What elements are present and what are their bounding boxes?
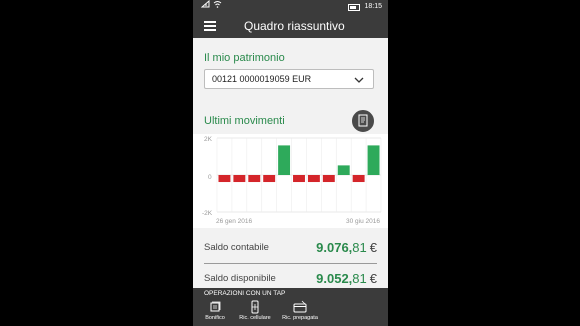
tap-bonifico-label: Bonifico (205, 315, 225, 321)
account-select-value: 00121 0000019059 EUR (212, 74, 312, 84)
svg-text:✕: ✕ (204, 3, 207, 8)
y-tick-top: 2K (204, 136, 212, 143)
divider (204, 263, 377, 264)
chart-bar (293, 175, 305, 183)
patrimonio-title: Il mio patrimonio (204, 52, 285, 64)
movements-chart: 2K 0 -2K 26 gen 2016 30 giu 2016 (193, 134, 388, 228)
transfer-icon (210, 301, 221, 312)
menu-icon[interactable] (204, 21, 216, 31)
y-tick-bottom: -2K (202, 210, 213, 217)
battery-icon (348, 3, 361, 11)
chart-bar (248, 175, 261, 183)
chart-bar (352, 175, 365, 183)
chevron-down-icon (353, 73, 365, 91)
status-bar: ✕ 18:15 (193, 0, 388, 14)
main-content: Il mio patrimonio 00121 0000019059 EUR U… (193, 38, 388, 288)
wifi-icon (213, 0, 222, 14)
tap-ric-cellulare-label: Ric. cellulare (239, 315, 271, 321)
tap-ric-prepagata-label: Ric. prepagata (282, 315, 318, 321)
movimenti-title: Ultimi movimenti (204, 115, 285, 127)
chart-bar (307, 175, 320, 183)
page-title: Quadro riassuntivo (244, 19, 345, 33)
saldo-disponibile-label: Saldo disponibile (204, 273, 276, 284)
quick-operations-bar: OPERAZIONI CON UN TAP Bonifico Ric. cell… (193, 288, 388, 326)
tap-ric-cellulare[interactable]: Ric. cellulare (233, 300, 277, 326)
y-tick-zero: 0 (208, 174, 212, 181)
account-select[interactable]: 00121 0000019059 EUR (204, 69, 374, 89)
phone-topup-icon (251, 300, 259, 314)
chart-bar (263, 175, 276, 183)
saldo-contabile-int: 9.076, (316, 240, 353, 255)
saldo-contabile-label: Saldo contabile (204, 242, 269, 253)
saldo-contabile-amount: 9.076,81 € (316, 240, 377, 255)
saldo-disponibile-amount: 9.052,81 € (316, 271, 377, 286)
app-bar: Quadro riassuntivo (193, 14, 388, 38)
saldo-disponibile-currency: € (369, 271, 377, 286)
tap-bonifico[interactable]: Bonifico (193, 300, 237, 326)
status-time: 18:15 (364, 3, 382, 10)
movements-chart-svg (216, 137, 382, 213)
x-label-end: 30 giu 2016 (346, 218, 380, 225)
saldo-disponibile-int: 9.052, (316, 271, 353, 286)
quick-operations-title: OPERAZIONI CON UN TAP (204, 290, 286, 297)
chart-bar (278, 145, 291, 175)
saldo-contabile-dec: 81 (352, 240, 367, 255)
x-label-start: 26 gen 2016 (216, 218, 253, 225)
chart-bar (367, 145, 380, 175)
chart-bar (218, 175, 231, 183)
tap-ric-prepagata[interactable]: Ric. prepagata (278, 300, 322, 326)
saldo-contabile-currency: € (369, 240, 377, 255)
document-icon (358, 114, 368, 127)
chart-bar (337, 165, 350, 175)
chart-bar (322, 175, 335, 183)
chart-bar (233, 175, 246, 183)
saldo-disponibile-dec: 81 (352, 271, 367, 286)
export-document-button[interactable] (350, 108, 376, 134)
phone-screen: ✕ 18:15 Quadro riassuntivo Il mio patrim… (193, 0, 388, 326)
signal-icon: ✕ (200, 0, 210, 14)
card-topup-icon (293, 300, 307, 313)
